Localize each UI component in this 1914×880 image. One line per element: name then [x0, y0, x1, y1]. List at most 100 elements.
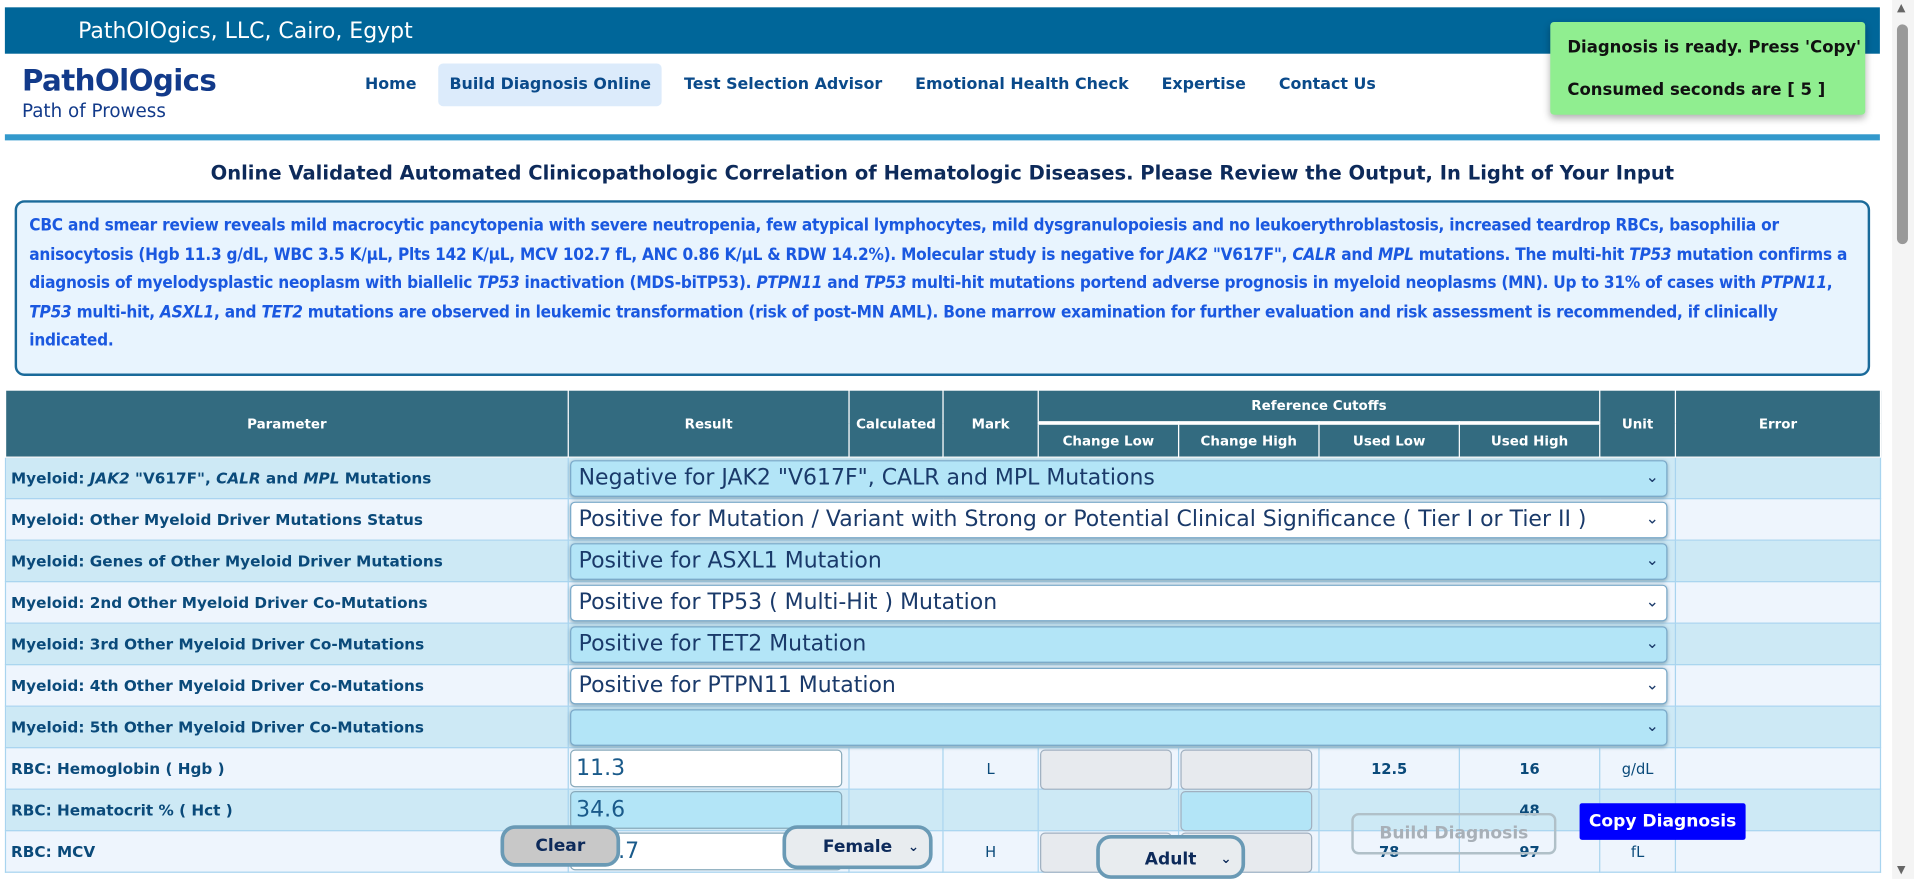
chevron-down-icon: ⌄: [1645, 510, 1659, 529]
header-error: Error: [1674, 389, 1882, 458]
mark-cell: [942, 788, 1039, 832]
error-cell: [1674, 747, 1882, 790]
parameter-label: Myeloid: Genes of Other Myeloid Driver M…: [4, 539, 569, 583]
nav-build-diagnosis[interactable]: Build Diagnosis Online: [438, 63, 663, 107]
result-select[interactable]: Positive for TP53 ( Multi-Hit ) Mutation…: [570, 584, 1668, 622]
age-select[interactable]: Adult ⌄: [1096, 834, 1246, 879]
text-segment: PTPN11: [756, 273, 823, 293]
sex-value: Female: [822, 837, 893, 857]
result-select[interactable]: ⌄: [570, 709, 1668, 746]
nav-emotional-health[interactable]: Emotional Health Check: [904, 63, 1139, 106]
chevron-down-icon: ⌄: [907, 838, 920, 855]
chevron-down-icon: ⌄: [1645, 676, 1659, 695]
parameter-label: RBC: Hematocrit % ( Hct ): [4, 788, 569, 832]
nav-test-selection[interactable]: Test Selection Advisor: [673, 63, 893, 106]
selected-value: Negative for JAK2 "V617F", CALR and MPL …: [578, 465, 1155, 491]
unit-cell: g/dL: [1599, 747, 1677, 790]
text-segment: ASXL1: [159, 302, 215, 322]
parameter-label: Myeloid: Other Myeloid Driver Mutations …: [4, 498, 569, 541]
text-segment: TP53: [1629, 244, 1672, 265]
scrollbar-thumb[interactable]: [1896, 24, 1908, 245]
text-segment: , and: [214, 302, 262, 322]
text-segment: Myeloid: 4th Other Myeloid Driver Co-Mut…: [10, 676, 424, 695]
parameter-label: RBC: Hemoglobin ( Hgb ): [4, 747, 569, 790]
text-segment: Myeloid: Other Myeloid Driver Mutations …: [10, 510, 424, 529]
text-segment: TP53: [29, 302, 72, 322]
header-unit: Unit: [1599, 389, 1677, 458]
selected-value: Positive for PTPN11 Mutation: [578, 672, 896, 699]
diagnosis-summary: CBC and smear review reveals mild macroc…: [14, 200, 1871, 376]
nav-expertise[interactable]: Expertise: [1151, 63, 1257, 106]
logo-tagline: Path of Prowess: [21, 100, 166, 123]
text-segment: TP53: [477, 273, 520, 293]
parameter-label: Myeloid: 2nd Other Myeloid Driver Co-Mut…: [4, 581, 569, 624]
change-high-input[interactable]: [1180, 749, 1313, 790]
page-title: Online Validated Automated Clinicopathol…: [210, 161, 1675, 185]
text-segment: JAK2: [1168, 244, 1208, 265]
text-segment: TP53: [863, 273, 907, 293]
nav-home[interactable]: Home: [354, 63, 427, 106]
scroll-up-icon[interactable]: ▲: [1897, 2, 1905, 14]
text-segment: "V617F",: [1207, 244, 1293, 265]
header-used-high: Used High: [1458, 422, 1601, 458]
parameter-label: Myeloid: 3rd Other Myeloid Driver Co-Mut…: [4, 622, 569, 666]
text-segment: PTPN11: [1760, 273, 1827, 293]
selected-value: Positive for Mutation / Variant with Str…: [578, 506, 1587, 533]
text-segment: mutations. The multi-hit: [1413, 244, 1630, 265]
chevron-down-icon: ⌄: [1645, 551, 1659, 571]
error-cell: [1674, 664, 1882, 707]
error-cell: [1674, 539, 1882, 583]
used-high-cell: 16: [1458, 747, 1601, 790]
logo[interactable]: PathOlOgics Path of Prowess: [21, 63, 217, 123]
text-segment: MPL: [1377, 244, 1414, 265]
mark-cell: H: [942, 830, 1039, 873]
nav-contact[interactable]: Contact Us: [1268, 63, 1387, 106]
status-toast: Diagnosis is ready. Press 'Copy' Consume…: [1550, 21, 1866, 115]
result-select[interactable]: Negative for JAK2 "V617F", CALR and MPL …: [570, 460, 1668, 497]
text-segment: CALR: [1292, 244, 1337, 265]
result-input[interactable]: 11.3: [570, 749, 843, 788]
text-segment: MPL: [303, 468, 340, 488]
header-result: Result: [567, 389, 850, 458]
result-select[interactable]: Positive for ASXL1 Mutation ⌄: [570, 543, 1668, 580]
result-select[interactable]: Positive for Mutation / Variant with Str…: [570, 501, 1668, 539]
scrollbar[interactable]: ▲ ▼: [1892, 0, 1914, 879]
build-diagnosis-button[interactable]: Build Diagnosis: [1351, 812, 1557, 855]
change-low-input[interactable]: [1040, 749, 1172, 790]
header-parameter: Parameter: [4, 389, 569, 458]
text-segment: Myeloid: 3rd Other Myeloid Driver Co-Mut…: [10, 634, 425, 654]
result-input[interactable]: 34.6: [570, 791, 843, 829]
chevron-down-icon: ⌄: [1645, 468, 1659, 488]
text-segment: "V617F",: [129, 468, 217, 488]
copy-diagnosis-button[interactable]: Copy Diagnosis: [1579, 803, 1746, 840]
header-used-low: Used Low: [1318, 422, 1460, 458]
text-segment: and: [1336, 244, 1378, 265]
text-segment: Myeloid: 2nd Other Myeloid Driver Co-Mut…: [10, 593, 428, 612]
toast-message: Diagnosis is ready. Press 'Copy': [1567, 37, 1862, 58]
text-segment: multi-hit,: [71, 302, 160, 322]
text-segment: Myeloid: 5th Other Myeloid Driver Co-Mut…: [10, 717, 424, 737]
divider: [4, 134, 1880, 141]
change-high-input[interactable]: [1180, 791, 1313, 832]
text-segment: inactivation (MDS-biTP53).: [519, 273, 757, 293]
clear-button[interactable]: Clear: [500, 825, 621, 867]
error-cell: [1674, 498, 1882, 541]
selected-value: Positive for TP53 ( Multi-Hit ) Mutation: [578, 589, 998, 616]
header-calculated: Calculated: [848, 389, 944, 458]
error-cell: [1674, 581, 1882, 624]
logo-text: PathOlOgics: [21, 63, 217, 98]
result-select[interactable]: Positive for PTPN11 Mutation ⌄: [570, 667, 1668, 705]
company-name: PathOlOgics, LLC, Cairo, Egypt: [78, 18, 413, 44]
error-cell: [1674, 456, 1882, 500]
error-cell: [1674, 705, 1882, 749]
text-segment: and: [822, 273, 864, 293]
result-select[interactable]: Positive for TET2 Mutation ⌄: [570, 626, 1668, 663]
chevron-down-icon: ⌄: [1645, 717, 1659, 737]
change-low-cell: [1037, 788, 1180, 832]
header-change-high: Change High: [1177, 422, 1320, 458]
sex-select[interactable]: Female ⌄: [782, 825, 933, 870]
header-change-low: Change Low: [1037, 422, 1180, 458]
text-segment: multi-hit mutations portend adverse prog…: [906, 273, 1761, 293]
selected-value: Positive for ASXL1 Mutation: [578, 548, 882, 574]
scroll-down-icon[interactable]: ▼: [1897, 864, 1905, 876]
